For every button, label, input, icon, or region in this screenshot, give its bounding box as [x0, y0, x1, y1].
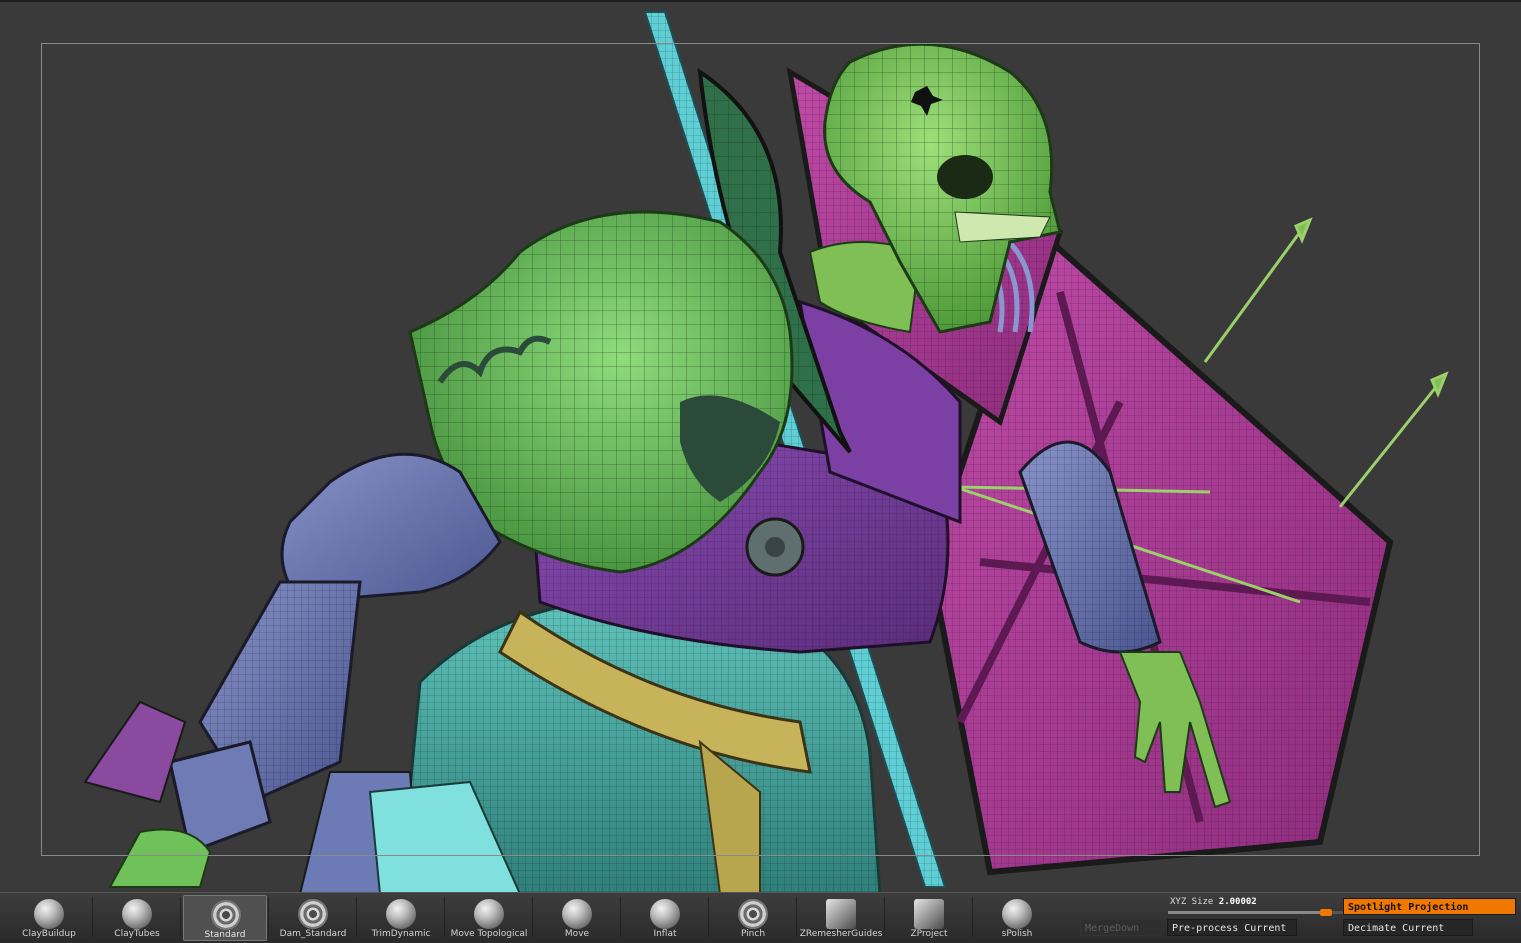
spolish-icon [1002, 899, 1032, 929]
brush-separator [180, 897, 181, 937]
brush-separator [796, 897, 797, 937]
brush-label: sPolish [1001, 929, 1033, 939]
inflat-sphere-icon [650, 899, 680, 929]
brush-pinch[interactable]: Pinch [711, 895, 795, 941]
trim-dynamic-sphere-icon [386, 899, 416, 929]
clay-tubes-sphere-icon [122, 899, 152, 929]
brush-separator [444, 897, 445, 937]
brush-label: ZRemesherGuides [799, 929, 883, 939]
brush-separator [268, 897, 269, 937]
xyz-size-value: 2.00002 [1218, 897, 1257, 907]
brush-label: ClayBuildup [22, 929, 76, 939]
xyz-size-label: XYZ Size 2.00002 [1170, 897, 1257, 907]
brush-move-topological[interactable]: Move Topological [447, 895, 531, 941]
brush-label: Dam_Standard [279, 929, 347, 939]
brush-standard[interactable]: Standard [183, 895, 267, 941]
brush-dam-standard[interactable]: Dam_Standard [271, 895, 355, 941]
brush-label: Move [564, 929, 590, 939]
zremesher-guides-cube-icon [826, 899, 856, 929]
brush-separator [884, 897, 885, 937]
move-topological-icon [474, 899, 504, 929]
document-viewport[interactable] [0, 0, 1521, 892]
zproject-cube-icon [914, 899, 944, 929]
brush-claytubes[interactable]: ClayTubes [95, 895, 179, 941]
brush-separator [532, 897, 533, 937]
brush-separator [972, 897, 973, 937]
dam-standard-swirl-icon [298, 899, 328, 929]
xyz-size-slider-knob[interactable] [1319, 909, 1332, 916]
brush-label: ZProject [910, 929, 948, 939]
brush-label: Pinch [740, 929, 766, 939]
armored-skeleton-knight-wireframe-model[interactable] [0, 2, 1521, 892]
brush-separator [620, 897, 621, 937]
merge-down-button[interactable]: MergeDown [1080, 919, 1162, 936]
brush-separator [708, 897, 709, 937]
brush-separator [92, 897, 93, 937]
brush-label: ClayTubes [114, 929, 160, 939]
move-sphere-icon [562, 899, 592, 929]
brush-separator [356, 897, 357, 937]
brush-zproject[interactable]: ZProject [887, 895, 971, 941]
brush-label: TrimDynamic [371, 929, 431, 939]
decimate-current-button[interactable]: Decimate Current [1343, 919, 1473, 936]
brush-label: Standard [204, 930, 246, 940]
preprocess-current-button[interactable]: Pre-process Current [1167, 919, 1297, 936]
brush-zremesherguides[interactable]: ZRemesherGuides [799, 895, 883, 941]
clay-buildup-sphere-icon [34, 899, 64, 929]
pinch-swirl-icon [738, 899, 768, 929]
standard-swirl-icon [211, 900, 241, 930]
brush-claybuildup[interactable]: ClayBuildup [7, 895, 91, 941]
brush-move[interactable]: Move [535, 895, 619, 941]
brush-shelf: ClayBuildup ClayTubes Standard Dam_Standard… [0, 892, 1521, 942]
xyz-size-slider-fill [1168, 911, 1326, 914]
brush-spolish[interactable]: sPolish [975, 895, 1059, 941]
subtool-controls: XYZ Size 2.00002 MergeDown Pre-process C… [1080, 893, 1521, 943]
brush-label: Inflat [653, 929, 677, 939]
brush-inflat[interactable]: Inflat [623, 895, 707, 941]
brush-label: Move Topological [450, 929, 528, 939]
brush-trimdynamic[interactable]: TrimDynamic [359, 895, 443, 941]
spotlight-projection-button[interactable]: Spotlight Projection [1343, 898, 1516, 915]
